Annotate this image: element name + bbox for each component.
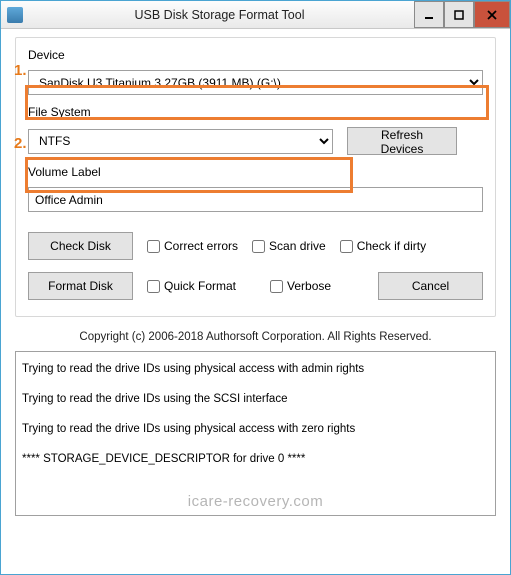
check-if-dirty-label: Check if dirty xyxy=(357,239,426,253)
scan-drive-label: Scan drive xyxy=(269,239,326,253)
content-area: 1. 2. Device SanDisk U3 Titanium 3.27GB … xyxy=(1,29,510,574)
verbose-label: Verbose xyxy=(287,279,331,293)
log-line: **** STORAGE_DEVICE_DESCRIPTOR for drive… xyxy=(18,444,493,474)
filesystem-select[interactable]: NTFS xyxy=(28,129,333,154)
window-title: USB Disk Storage Format Tool xyxy=(27,8,414,22)
log-line: Trying to read the drive IDs using the S… xyxy=(18,384,493,414)
window-controls xyxy=(414,1,510,28)
scan-drive-checkbox[interactable]: Scan drive xyxy=(252,239,326,253)
minimize-button[interactable] xyxy=(414,1,444,28)
volume-label-label: Volume Label xyxy=(28,165,483,179)
device-select[interactable]: SanDisk U3 Titanium 3.27GB (3911 MB) (G:… xyxy=(28,70,483,95)
correct-errors-checkbox[interactable]: Correct errors xyxy=(147,239,238,253)
check-if-dirty-checkbox[interactable]: Check if dirty xyxy=(340,239,426,253)
verbose-checkbox[interactable]: Verbose xyxy=(270,279,331,293)
app-icon xyxy=(7,7,23,23)
titlebar[interactable]: USB Disk Storage Format Tool xyxy=(1,1,510,29)
filesystem-label: File System xyxy=(28,105,483,119)
app-window: USB Disk Storage Format Tool 1. 2. Devic… xyxy=(0,0,511,575)
format-disk-button[interactable]: Format Disk xyxy=(28,272,133,300)
check-disk-button[interactable]: Check Disk xyxy=(28,232,133,260)
device-label: Device xyxy=(28,48,483,62)
log-line: Trying to read the drive IDs using physi… xyxy=(18,414,493,444)
log-line: Trying to read the drive IDs using physi… xyxy=(18,354,493,384)
volume-label-input[interactable] xyxy=(28,187,483,212)
cancel-button[interactable]: Cancel xyxy=(378,272,483,300)
quick-format-checkbox[interactable]: Quick Format xyxy=(147,279,236,293)
maximize-button[interactable] xyxy=(444,1,474,28)
correct-errors-label: Correct errors xyxy=(164,239,238,253)
main-group: 1. 2. Device SanDisk U3 Titanium 3.27GB … xyxy=(15,37,496,317)
annotation-number-1: 1. xyxy=(14,62,27,79)
close-button[interactable] xyxy=(474,1,510,28)
copyright-text: Copyright (c) 2006-2018 Authorsoft Corpo… xyxy=(15,331,496,343)
log-textarea[interactable]: Trying to read the drive IDs using physi… xyxy=(15,351,496,516)
annotation-number-2: 2. xyxy=(14,135,27,152)
quick-format-label: Quick Format xyxy=(164,279,236,293)
refresh-devices-button[interactable]: Refresh Devices xyxy=(347,127,457,155)
